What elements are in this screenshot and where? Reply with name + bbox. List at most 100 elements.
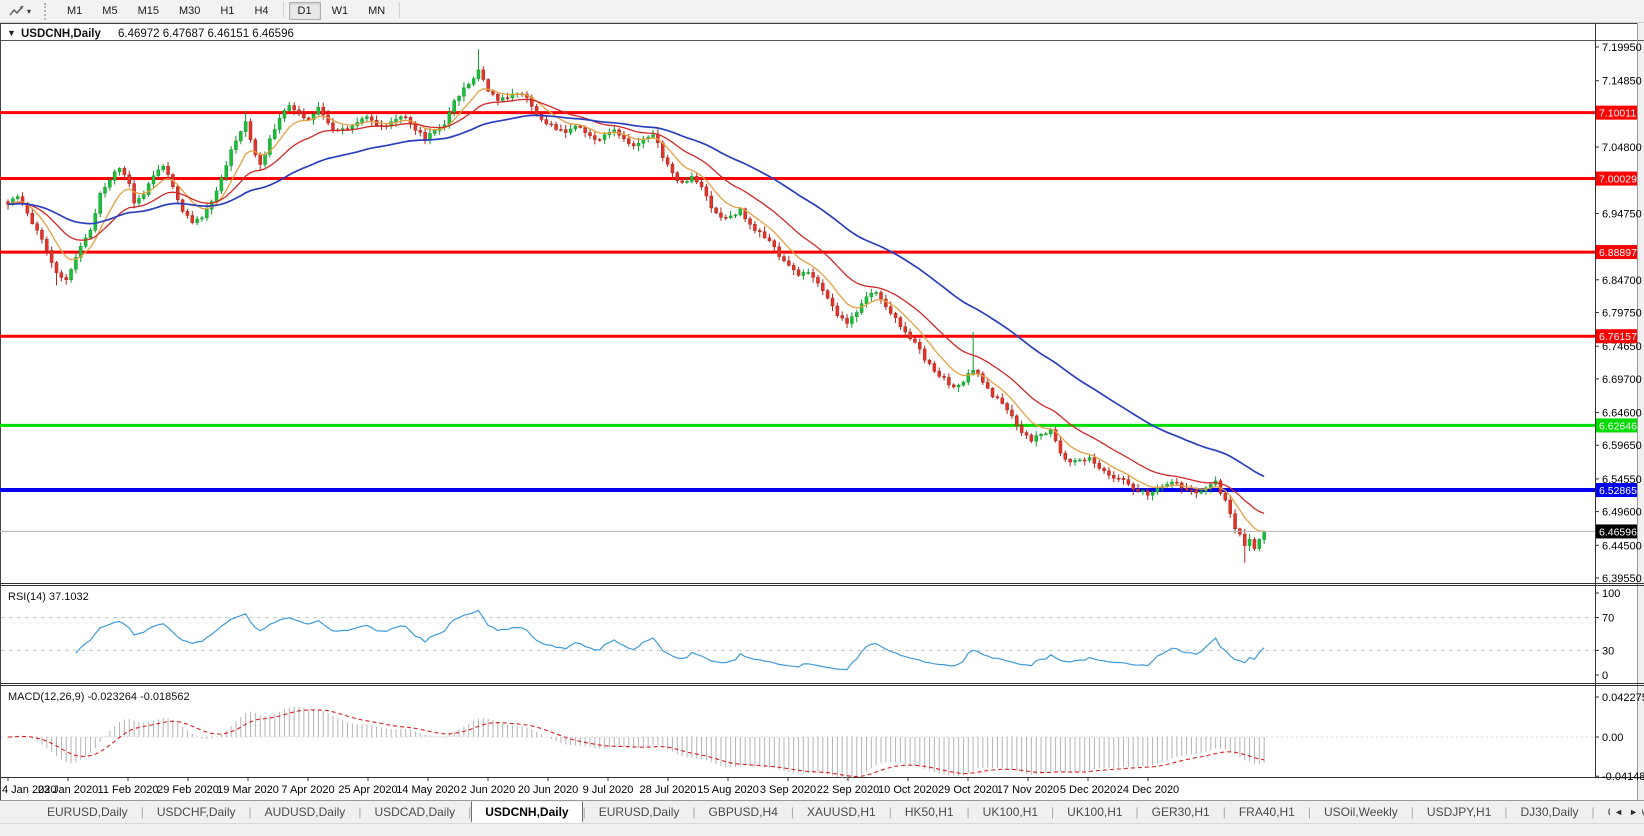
candle-body [462,87,466,97]
candle-body [142,194,146,199]
level-price-label: 6.76157 [1599,331,1637,343]
tab-scroll-left-icon[interactable]: ◄ [1614,807,1623,817]
date-axis-label: 25 Apr 2020 [338,784,397,796]
candle-body [864,296,869,304]
candle-body [127,174,131,184]
timeframe-button-h1[interactable]: H1 [211,2,243,20]
candle-body [108,179,112,188]
candle-body [224,165,228,178]
level-price-label: 7.10011 [1599,108,1636,120]
tab-hk50-h1[interactable]: HK50,H1 [892,801,967,823]
chart-title: USDCNH,Daily [21,28,101,40]
candle-body [622,134,626,139]
tab-gbpusd-h4[interactable]: GBPUSD,H4 [696,801,791,823]
tab-xauusd-h1[interactable]: XAUUSD,H1 [794,801,889,823]
mt4-window: ▾ M1 M5 M15 M30 H1 H4 D1 W1 MN 7.19950 7.14850 7.0… [0,0,1644,836]
rsi-axis-tick-label: 100 [1602,588,1620,600]
tab-usdcad-daily[interactable]: USDCAD,Daily [361,801,468,823]
macd-axis-tick-label: 0.042275 [1602,692,1644,704]
candle-body [719,212,723,218]
tab-fra40-h1[interactable]: FRA40,H1 [1226,801,1308,823]
candle-body [1039,433,1043,436]
timeframe-button-mn[interactable]: MN [359,2,394,20]
tab-dj30-daily[interactable]: DJ30,Daily [1508,801,1592,823]
candle-body [180,199,185,212]
tab-usdjpy-h1[interactable]: USDJPY,H1 [1414,801,1504,823]
candle-body [1078,459,1082,462]
candle-body [927,359,932,364]
price-axis-tick-label: 6.49600 [1602,507,1642,519]
candle-body [728,215,733,218]
candle-body [952,384,956,388]
candle-body [146,183,151,195]
tab-ger30-h1[interactable]: GER30,H1 [1139,801,1223,823]
candle-body [491,90,495,95]
tab-eurusd-daily[interactable]: EURUSD,Daily [586,801,693,823]
tab-usdcnh-daily[interactable]: USDCNH,Daily [471,801,583,823]
price-axis-tick-label: 7.14850 [1602,76,1642,88]
candle-body [709,195,713,209]
level-price-label: 6.62646 [1599,420,1637,432]
candle-body [665,157,670,165]
candle-body [1126,479,1131,485]
chart-line-tool-button[interactable]: ▾ [4,2,36,20]
timeframe-button-m30[interactable]: M30 [170,2,209,20]
timeframe-button-h4[interactable]: H4 [245,2,277,20]
toolbar-separator [399,2,401,18]
candle-body [403,116,408,118]
candle-body [83,237,88,247]
tab-usdchf-daily[interactable]: USDCHF,Daily [144,801,249,823]
candle-body [316,107,321,115]
candle-body [1019,425,1024,433]
candle-body [850,316,854,324]
candle-body [898,317,903,327]
candle-body [234,140,238,150]
toolbar-drag-handle[interactable] [44,2,51,20]
candle-body [1252,539,1257,549]
candle-body [753,224,757,231]
candle-body [49,250,54,263]
candle-body [273,129,277,139]
candle-body [791,265,796,271]
candle-body [1044,433,1048,436]
candle-body [1175,481,1179,484]
price-axis-tick-label: 7.19950 [1602,42,1642,54]
rsi-axis-tick-label: 0 [1602,670,1608,682]
tab-audusd-daily[interactable]: AUDUSD,Daily [252,801,359,823]
candle-body [88,230,93,239]
timeframe-button-w1[interactable]: W1 [323,2,358,20]
candle-body [835,305,840,316]
candle-body [243,121,248,132]
tab-uk100-h1[interactable]: UK100,H1 [1054,801,1135,823]
candle-body [942,376,946,378]
tab-eurusd-daily[interactable]: EURUSD,Daily [34,801,141,823]
timeframe-button-m15[interactable]: M15 [129,2,168,20]
candle-body [59,272,64,278]
candle-body [360,118,364,123]
candle-body [961,381,966,386]
candle-body [457,95,461,102]
tab-uk100-h1[interactable]: UK100,H1 [970,801,1051,823]
candle-body [796,269,801,276]
candle-body [782,256,786,262]
tab-scroll-right-icon[interactable]: ► [1629,807,1638,817]
timeframe-button-m5[interactable]: M5 [93,2,126,20]
tab-usoil-weekly[interactable]: USOil,Weekly [1311,801,1411,823]
candle-body [190,215,195,223]
price-axis-tick-label: 6.94750 [1602,208,1642,220]
candle-body [428,133,432,141]
timeframe-buttons: M1 M5 M15 M30 H1 H4 D1 W1 MN [57,2,404,20]
collapse-icon[interactable]: ▼ [7,28,16,38]
timeframe-button-d1[interactable]: D1 [288,2,321,20]
candle-body [554,124,558,130]
date-axis-label: 29 Feb 2020 [157,784,219,796]
price-chart[interactable]: 7.19950 7.14850 7.04800 6.94750 6.84700 6.797… [0,23,1644,800]
candle-body [277,117,282,130]
price-axis-tick-label: 6.44500 [1602,540,1642,552]
timeframe-button-m1[interactable]: M1 [58,2,91,20]
candle-body [922,348,927,361]
candle-body [893,313,898,318]
candle-body [1116,478,1121,480]
candle-body [1223,493,1228,501]
candle-body [1029,434,1034,442]
